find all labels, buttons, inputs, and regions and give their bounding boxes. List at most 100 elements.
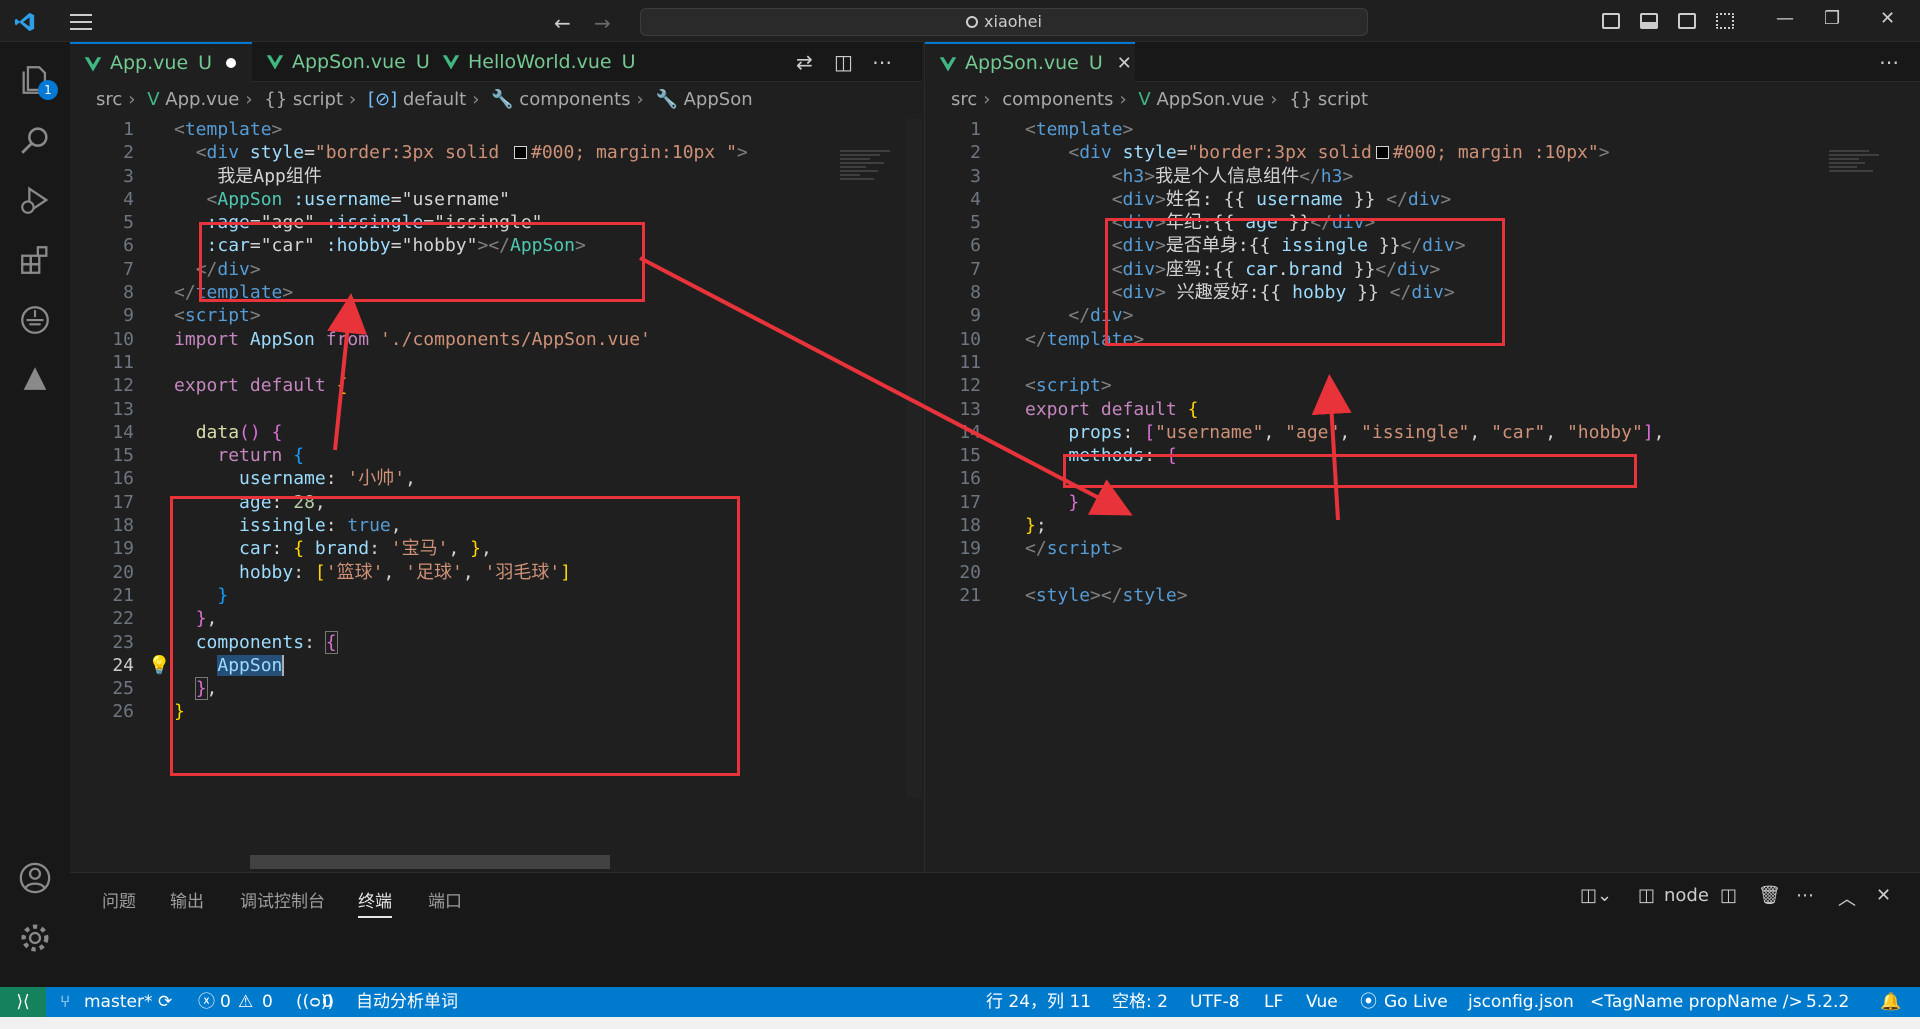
- line-number: 14: [959, 421, 981, 443]
- line-number: 7: [123, 258, 134, 280]
- tree-icon: [23, 367, 47, 390]
- encoding[interactable]: UTF-8: [1190, 987, 1240, 1017]
- line-number: 25: [112, 678, 134, 700]
- search-button[interactable]: [0, 110, 70, 170]
- git-branch[interactable]: master*: [84, 987, 152, 1017]
- auto-analyze[interactable]: 自动分析单词: [356, 987, 458, 1017]
- breadcrumb-item[interactable]: {} script: [264, 89, 343, 110]
- terminal-name[interactable]: node: [1664, 885, 1709, 906]
- line-number: 1: [123, 119, 134, 140]
- tree-view-button[interactable]: [0, 350, 70, 410]
- panel-tab-output[interactable]: 输出: [170, 887, 204, 912]
- more-actions-icon[interactable]: ⋯: [1796, 885, 1814, 906]
- remote-explorer-button[interactable]: [0, 290, 70, 350]
- breadcrumb-item[interactable]: src: [951, 89, 977, 110]
- more-actions-icon[interactable]: ⋯: [1879, 50, 1899, 74]
- customize-layout-icon[interactable]: [1716, 13, 1734, 29]
- minimap-right[interactable]: [1829, 150, 1885, 210]
- breadcrumb-item[interactable]: components: [519, 89, 630, 110]
- command-center-search[interactable]: xiaohei: [640, 8, 1368, 36]
- remote-indicator-icon[interactable]: ⟩⟨: [0, 987, 46, 1017]
- breadcrumb-item[interactable]: AppSon.vue: [1156, 89, 1264, 110]
- line-number: 3: [970, 165, 981, 187]
- ts-version[interactable]: 5.2.2: [1806, 987, 1849, 1017]
- toggle-secondary-sidebar-icon[interactable]: [1678, 13, 1696, 29]
- color-swatch[interactable]: [514, 146, 527, 160]
- line-number: 12: [112, 375, 134, 397]
- breadcrumb-item[interactable]: default: [403, 89, 466, 110]
- trash-icon[interactable]: 🗑: [1758, 885, 1781, 906]
- tab-label: HelloWorld.vue: [468, 51, 612, 73]
- back-arrow-icon[interactable]: ←: [554, 11, 571, 35]
- panel-tab-problems[interactable]: 问题: [102, 887, 136, 912]
- unsaved-dot-icon[interactable]: [226, 58, 237, 68]
- warning-icon: ⚠: [238, 992, 254, 1012]
- annotation-box-template-fields: [1105, 218, 1505, 346]
- restore-icon[interactable]: ❐: [1824, 8, 1840, 29]
- scrollbar-left[interactable]: [906, 118, 922, 798]
- line-number: 12: [959, 375, 981, 397]
- cursor-position[interactable]: 行 24，列 11: [986, 987, 1091, 1017]
- tab-bar-right: AppSon.vue U ✕ ⋯: [925, 42, 1920, 82]
- explorer-button[interactable]: 1: [0, 50, 70, 110]
- line-number: 24: [112, 654, 134, 676]
- ports-count[interactable]: 0: [322, 987, 333, 1017]
- lightbulb-icon[interactable]: 💡: [148, 654, 170, 677]
- warning-count[interactable]: 0: [262, 987, 273, 1017]
- breadcrumb-item[interactable]: App.vue: [165, 89, 239, 110]
- code-text: 我是App组件: [217, 165, 322, 187]
- color-swatch[interactable]: [1375, 146, 1389, 160]
- panel-tab-ports[interactable]: 端口: [428, 887, 462, 912]
- split-terminal-icon[interactable]: ◫⌄: [1580, 885, 1612, 906]
- run-debug-button[interactable]: [0, 170, 70, 230]
- indentation[interactable]: 空格: 2: [1112, 987, 1168, 1017]
- error-count[interactable]: 0: [220, 987, 231, 1017]
- more-actions-icon[interactable]: ⋯: [872, 50, 892, 74]
- maximize-panel-icon[interactable]: ︿: [1838, 885, 1856, 911]
- breadcrumb-item[interactable]: src: [96, 89, 122, 110]
- taskbar-strip: [0, 1017, 1920, 1029]
- line-number: 9: [970, 305, 981, 327]
- sync-icon[interactable]: ⟳: [158, 987, 172, 1017]
- open-changes-icon[interactable]: ⇄: [796, 50, 813, 74]
- tab-helloworld-vue[interactable]: HelloWorld.vue U: [428, 42, 638, 82]
- extensions-button[interactable]: [0, 230, 70, 290]
- tagname-format[interactable]: <TagName propName />: [1590, 987, 1803, 1017]
- forward-arrow-icon[interactable]: →: [594, 11, 611, 35]
- close-window-icon[interactable]: ✕: [1880, 8, 1895, 29]
- tab-bar-left: App.vue U AppSon.vue U HelloWorld.vue U ⇄ ◫…: [70, 42, 922, 82]
- line-number: 13: [112, 398, 134, 420]
- accounts-button[interactable]: [0, 848, 70, 908]
- line-number: 5: [970, 212, 981, 234]
- close-panel-icon[interactable]: ✕: [1876, 885, 1891, 906]
- notifications-icon[interactable]: 🔔: [1880, 987, 1901, 1017]
- run-debug-icon: [21, 186, 49, 214]
- language-mode[interactable]: Vue: [1306, 987, 1338, 1017]
- breadcrumb-item[interactable]: {} script: [1289, 89, 1368, 110]
- panel-tab-terminal[interactable]: 终端: [358, 887, 392, 918]
- jsconfig-button[interactable]: jsconfig.json: [1468, 987, 1574, 1017]
- split-editor-icon[interactable]: ◫: [834, 50, 853, 74]
- line-number: 11: [959, 351, 981, 373]
- annotation-box-appson-props: [199, 222, 645, 302]
- line-ending[interactable]: LF: [1264, 987, 1283, 1017]
- manage-button[interactable]: [0, 908, 70, 968]
- minimap-left[interactable]: [840, 150, 896, 210]
- toggle-primary-sidebar-icon[interactable]: [1602, 13, 1620, 29]
- breadcrumb-item[interactable]: AppSon: [684, 89, 753, 110]
- annotation-box-props: [1063, 454, 1637, 488]
- close-tab-icon[interactable]: ✕: [1117, 53, 1132, 74]
- search-icon: [21, 127, 48, 154]
- tab-appson-vue-right[interactable]: AppSon.vue U ✕: [925, 42, 1135, 82]
- go-live-button[interactable]: Go Live: [1384, 987, 1448, 1017]
- tab-appson-vue[interactable]: AppSon.vue U: [252, 42, 430, 82]
- minimize-icon[interactable]: —: [1776, 8, 1794, 29]
- tab-app-vue[interactable]: App.vue U: [70, 42, 252, 82]
- toggle-panel-icon[interactable]: [1640, 13, 1658, 29]
- split-icon[interactable]: ◫: [1720, 885, 1737, 906]
- menu-icon[interactable]: [70, 14, 92, 30]
- horizontal-scrollbar[interactable]: [250, 855, 610, 869]
- explorer-badge: 1: [38, 80, 58, 100]
- panel-tab-debug-console[interactable]: 调试控制台: [240, 887, 325, 912]
- breadcrumb-item[interactable]: components: [1002, 89, 1113, 110]
